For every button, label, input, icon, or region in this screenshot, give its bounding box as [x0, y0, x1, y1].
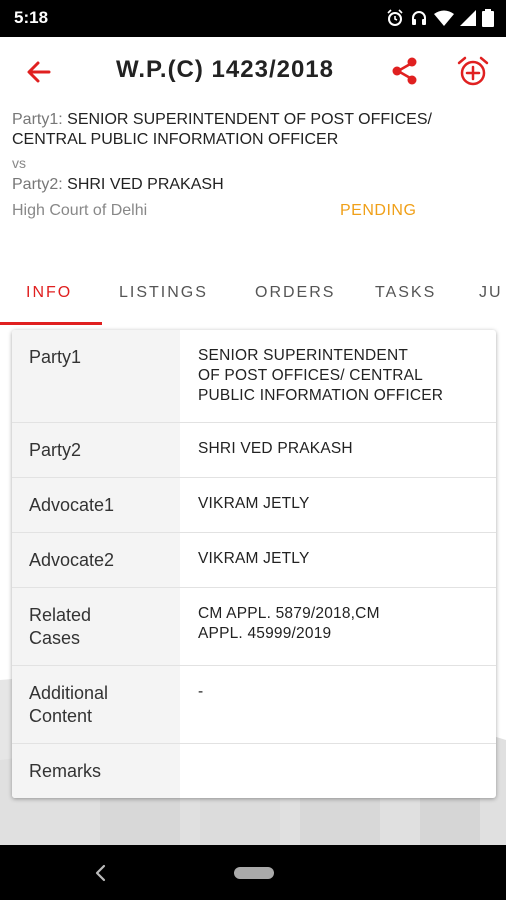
detail-row-advocate1: Advocate1 VIKRAM JETLY — [12, 478, 496, 533]
status-bar: 5:18 — [0, 0, 506, 37]
detail-row-party2: Party2 SHRI VED PRAKASH — [12, 423, 496, 478]
detail-value: VIKRAM JETLY — [198, 495, 310, 512]
case-title: W.P.(C) 1423/2018 — [115, 56, 334, 83]
party1-summary-value: SENIOR SUPERINTENDENT OF POST OFFICES/ — [67, 111, 432, 128]
status-time: 5:18 — [14, 8, 49, 27]
active-tab-indicator — [0, 322, 102, 325]
tab-listings[interactable]: LISTINGS — [119, 284, 208, 302]
detail-value: - — [198, 683, 204, 700]
tab-bar: INFO LISTINGS ORDERS TASKS JU — [0, 262, 506, 326]
alarm-add-icon — [457, 56, 489, 86]
nav-home-pill[interactable] — [234, 867, 274, 879]
tab-judgments[interactable]: JU — [479, 284, 503, 302]
court-row: High Court of Delhi PENDING — [12, 198, 500, 222]
party2-summary-value: SHRI VED PRAKASH — [67, 176, 224, 193]
party2-summary: Party2: SHRI VED PRAKASH — [12, 175, 500, 195]
status-icons — [386, 9, 494, 27]
system-nav-bar — [0, 845, 506, 900]
detail-row-remarks: Remarks — [12, 744, 496, 798]
party1-summary-label: Party1: — [12, 111, 63, 128]
detail-value-line: SENIOR SUPERINTENDENT — [198, 347, 409, 364]
party1-summary-value-line2: CENTRAL PUBLIC INFORMATION OFFICER — [12, 131, 339, 148]
detail-value: VIKRAM JETLY — [198, 550, 310, 567]
battery-icon — [482, 9, 494, 27]
alarm-icon — [387, 9, 403, 26]
detail-value[interactable]: CM APPL. 5879/2018,CM APPL. 45999/2019 — [198, 604, 488, 644]
detail-label-line: Additional — [29, 683, 109, 703]
add-reminder-button[interactable] — [455, 54, 491, 90]
detail-label: Remarks — [12, 744, 180, 798]
case-summary: Party1: SENIOR SUPERINTENDENT OF POST OF… — [12, 110, 500, 222]
detail-label: Party2 — [12, 423, 180, 477]
tab-tasks[interactable]: TASKS — [375, 284, 436, 302]
headset-icon — [412, 11, 426, 25]
detail-label: Advocate1 — [12, 478, 180, 532]
detail-row-related-cases: Related Cases CM APPL. 5879/2018,CM APPL… — [12, 588, 496, 666]
tab-orders[interactable]: ORDERS — [255, 284, 335, 302]
case-info-card: Party1 SENIOR SUPERINTENDENT OF POST OFF… — [12, 330, 496, 798]
app-header: W.P.(C) 1423/2018 — [0, 37, 506, 105]
party1-summary: Party1: SENIOR SUPERINTENDENT OF POST OF… — [12, 110, 500, 130]
party2-summary-label: Party2: — [12, 176, 63, 193]
share-icon — [392, 57, 417, 85]
nav-back-icon[interactable] — [94, 863, 108, 883]
detail-row-advocate2: Advocate2 VIKRAM JETLY — [12, 533, 496, 588]
tab-info[interactable]: INFO — [26, 284, 72, 302]
detail-label: Related Cases — [12, 588, 180, 665]
detail-label: Party1 — [12, 330, 180, 422]
detail-label: Additional Content — [12, 666, 180, 743]
signal-icon — [460, 10, 476, 26]
detail-value-line: PUBLIC INFORMATION OFFICER — [198, 387, 444, 404]
detail-label: Advocate2 — [12, 533, 180, 587]
detail-label-line: Cases — [29, 628, 81, 648]
detail-row-additional-content: Additional Content - — [12, 666, 496, 744]
share-button[interactable] — [388, 54, 422, 88]
related-case-line: CM APPL. 5879/2018,CM — [198, 605, 380, 622]
case-status-badge: PENDING — [340, 202, 417, 219]
court-name: High Court of Delhi — [12, 202, 148, 219]
versus-label: vs — [12, 155, 26, 171]
detail-label-line: Content — [29, 706, 93, 726]
related-case-line: APPL. 45999/2019 — [198, 625, 332, 642]
detail-value: SENIOR SUPERINTENDENT OF POST OFFICES/ C… — [198, 346, 488, 406]
detail-row-party1: Party1 SENIOR SUPERINTENDENT OF POST OFF… — [12, 330, 496, 423]
detail-value: SHRI VED PRAKASH — [198, 440, 353, 457]
detail-label-line: Related — [29, 605, 92, 625]
wifi-icon — [434, 10, 454, 26]
detail-value-line: OF POST OFFICES/ CENTRAL — [198, 367, 423, 384]
